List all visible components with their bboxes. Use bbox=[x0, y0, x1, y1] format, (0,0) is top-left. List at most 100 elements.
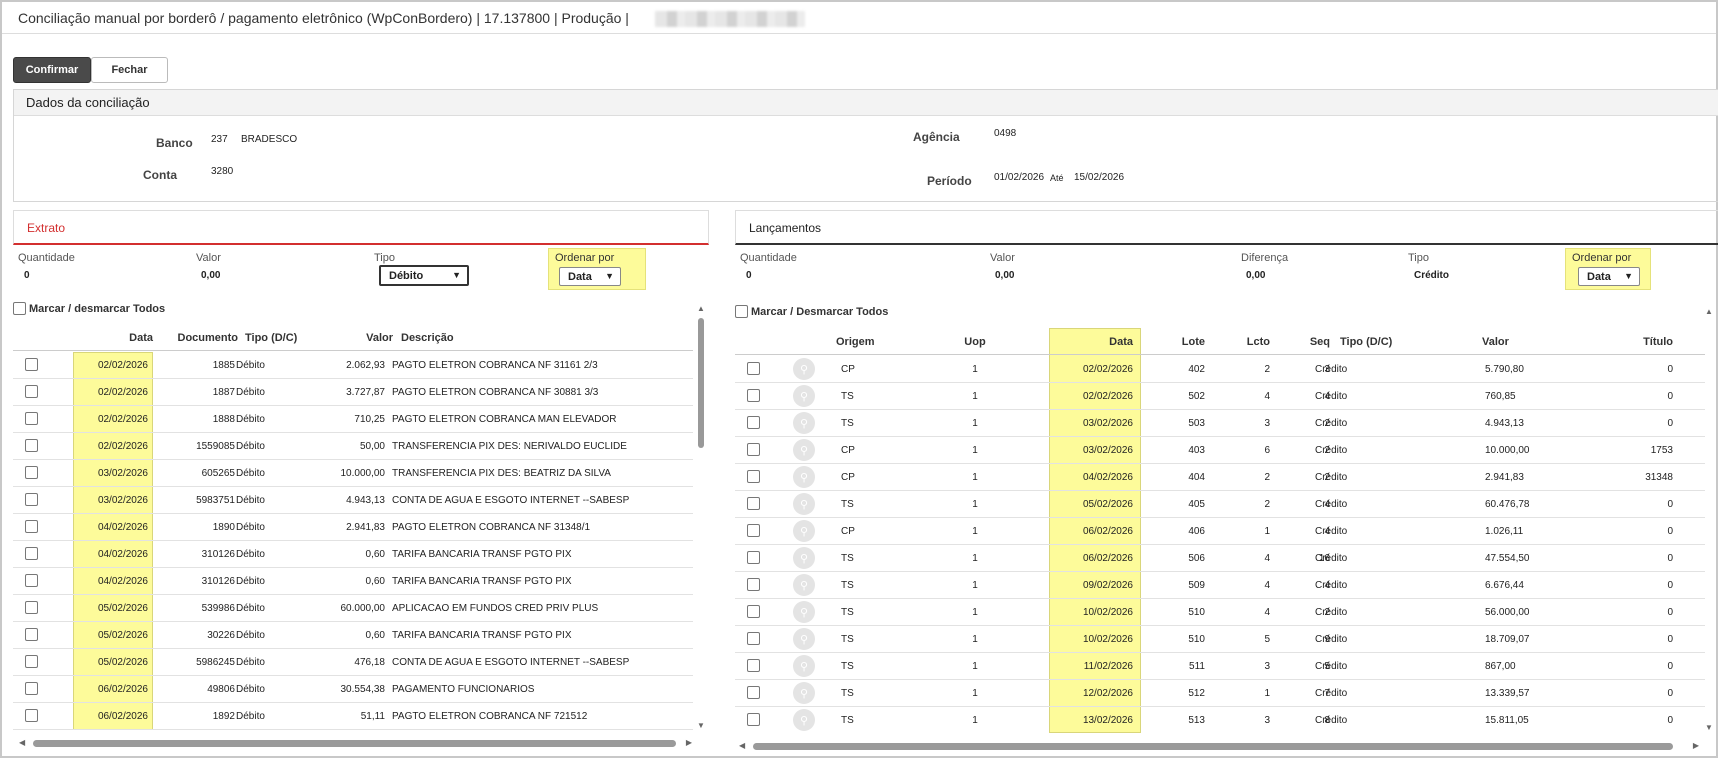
magnifier-icon[interactable]: ⚲ bbox=[793, 682, 815, 704]
table-row[interactable]: 06/02/2026 49806 Débito 30.554,38 PAGAMENTO … bbox=[13, 676, 693, 703]
row-checkbox[interactable] bbox=[747, 578, 760, 591]
table-row[interactable]: 04/02/2026 1890 Débito 2.941,83 PAGTO ELETRO… bbox=[13, 514, 693, 541]
magnifier-icon[interactable]: ⚲ bbox=[793, 709, 815, 731]
table-row[interactable]: ⚲ TS 1 05/02/2026 405 2 4 Crédito 60.476,78 0 bbox=[735, 491, 1705, 518]
extrato-vscroll-thumb[interactable] bbox=[698, 318, 704, 448]
extrato-mark-all[interactable]: Marcar / desmarcar Todos bbox=[13, 302, 165, 315]
row-checkbox[interactable] bbox=[25, 520, 38, 533]
col-uop[interactable]: Uop bbox=[955, 336, 995, 348]
row-checkbox[interactable] bbox=[747, 713, 760, 726]
scroll-left-icon[interactable]: ◀ bbox=[739, 741, 745, 750]
lanc-vertical-scrollbar[interactable]: ▲ ▼ bbox=[1704, 307, 1714, 732]
magnifier-icon[interactable]: ⚲ bbox=[793, 385, 815, 407]
scroll-up-icon[interactable]: ▲ bbox=[1705, 307, 1713, 316]
row-checkbox[interactable] bbox=[25, 493, 38, 506]
col-titulo[interactable]: Título bbox=[1605, 336, 1673, 348]
table-row[interactable]: 03/02/2026 5983751 Débito 4.943,13 CONTA DE … bbox=[13, 487, 693, 514]
table-row[interactable]: 04/02/2026 310126 Débito 0,60 TARIFA BANCARI… bbox=[13, 568, 693, 595]
scroll-right-icon[interactable]: ▶ bbox=[1693, 741, 1699, 750]
row-checkbox[interactable] bbox=[747, 659, 760, 672]
extrato-ordenar-select[interactable]: Data ▼ bbox=[559, 267, 621, 286]
row-checkbox[interactable] bbox=[25, 439, 38, 452]
col-valor[interactable]: Valor bbox=[1482, 336, 1509, 348]
row-checkbox[interactable] bbox=[25, 574, 38, 587]
row-checkbox[interactable] bbox=[747, 443, 760, 456]
magnifier-icon[interactable]: ⚲ bbox=[793, 655, 815, 677]
row-checkbox[interactable] bbox=[25, 682, 38, 695]
extrato-horizontal-scrollbar[interactable]: ◀ ▶ bbox=[13, 737, 696, 749]
table-row[interactable]: 04/02/2026 310126 Débito 0,60 TARIFA BANCARI… bbox=[13, 541, 693, 568]
magnifier-icon[interactable]: ⚲ bbox=[793, 628, 815, 650]
row-checkbox[interactable] bbox=[747, 551, 760, 564]
row-checkbox[interactable] bbox=[25, 709, 38, 722]
row-checkbox[interactable] bbox=[25, 547, 38, 560]
extrato-tipo-select[interactable]: Débito ▼ bbox=[379, 265, 469, 286]
lanc-mark-all[interactable]: Marcar / Desmarcar Todos bbox=[735, 305, 888, 318]
row-checkbox[interactable] bbox=[25, 628, 38, 641]
col-origem[interactable]: Origem bbox=[836, 336, 875, 348]
row-checkbox[interactable] bbox=[747, 605, 760, 618]
row-checkbox[interactable] bbox=[747, 632, 760, 645]
table-row[interactable]: ⚲ TS 1 12/02/2026 512 1 7 Crédito 13.339,57 0 bbox=[735, 680, 1705, 707]
table-row[interactable]: 05/02/2026 539986 Débito 60.000,00 APLICACAO… bbox=[13, 595, 693, 622]
magnifier-icon[interactable]: ⚲ bbox=[793, 520, 815, 542]
table-row[interactable]: ⚲ TS 1 13/02/2026 513 3 8 Crédito 15.811,05 0 bbox=[735, 707, 1705, 733]
lanc-mark-all-checkbox[interactable] bbox=[735, 305, 748, 318]
table-row[interactable]: ⚲ CP 1 03/02/2026 403 6 2 Crédito 10.000,00 1753 bbox=[735, 437, 1705, 464]
magnifier-icon[interactable]: ⚲ bbox=[793, 547, 815, 569]
row-checkbox[interactable] bbox=[747, 389, 760, 402]
confirm-button[interactable]: Confirmar bbox=[13, 57, 91, 83]
table-row[interactable]: ⚲ TS 1 10/02/2026 510 4 2 Crédito 56.000,00 0 bbox=[735, 599, 1705, 626]
magnifier-icon[interactable]: ⚲ bbox=[793, 439, 815, 461]
extrato-mark-all-checkbox[interactable] bbox=[13, 302, 26, 315]
col-seq[interactable]: Seq bbox=[1285, 336, 1330, 348]
col-data[interactable]: Data bbox=[1049, 336, 1133, 348]
col-tipo[interactable]: Tipo (D/C) bbox=[245, 332, 297, 344]
col-lcto[interactable]: Lcto bbox=[1225, 336, 1270, 348]
table-row[interactable]: ⚲ TS 1 02/02/2026 502 4 4 Crédito 760,85 0 bbox=[735, 383, 1705, 410]
row-checkbox[interactable] bbox=[747, 470, 760, 483]
magnifier-icon[interactable]: ⚲ bbox=[793, 574, 815, 596]
table-row[interactable]: ⚲ CP 1 04/02/2026 404 2 2 Crédito 2.941,83 31348 bbox=[735, 464, 1705, 491]
lanc-horizontal-scrollbar[interactable]: ◀ ▶ bbox=[735, 740, 1703, 752]
table-row[interactable]: ⚲ TS 1 09/02/2026 509 4 4 Crédito 6.676,44 0 bbox=[735, 572, 1705, 599]
row-checkbox[interactable] bbox=[25, 601, 38, 614]
close-button[interactable]: Fechar bbox=[91, 57, 168, 83]
row-checkbox[interactable] bbox=[747, 524, 760, 537]
col-data[interactable]: Data bbox=[73, 332, 153, 344]
table-row[interactable]: ⚲ TS 1 11/02/2026 511 3 5 Crédito 867,00 0 bbox=[735, 653, 1705, 680]
row-checkbox[interactable] bbox=[25, 466, 38, 479]
row-checkbox[interactable] bbox=[25, 385, 38, 398]
extrato-hscroll-thumb[interactable] bbox=[33, 740, 676, 747]
row-checkbox[interactable] bbox=[747, 497, 760, 510]
lanc-hscroll-thumb[interactable] bbox=[753, 743, 1673, 750]
row-checkbox[interactable] bbox=[25, 655, 38, 668]
scroll-up-icon[interactable]: ▲ bbox=[697, 304, 705, 313]
table-row[interactable]: 02/02/2026 1885 Débito 2.062,93 PAGTO ELETRO… bbox=[13, 352, 693, 379]
scroll-right-icon[interactable]: ▶ bbox=[686, 738, 692, 747]
row-checkbox[interactable] bbox=[747, 416, 760, 429]
table-row[interactable]: 02/02/2026 1887 Débito 3.727,87 PAGTO ELETRO… bbox=[13, 379, 693, 406]
table-row[interactable]: 03/02/2026 605265 Débito 10.000,00 TRANSFERE… bbox=[13, 460, 693, 487]
table-row[interactable]: ⚲ TS 1 06/02/2026 506 4 16 Crédito 47.554,50 0 bbox=[735, 545, 1705, 572]
extrato-vertical-scrollbar[interactable]: ▲ ▼ bbox=[696, 304, 706, 730]
scroll-down-icon[interactable]: ▼ bbox=[1705, 723, 1713, 732]
table-row[interactable]: ⚲ CP 1 06/02/2026 406 1 4 Crédito 1.026,11 0 bbox=[735, 518, 1705, 545]
table-row[interactable]: 05/02/2026 30226 Débito 0,60 TARIFA BANCARIA… bbox=[13, 622, 693, 649]
col-descricao[interactable]: Descrição bbox=[401, 332, 454, 344]
row-checkbox[interactable] bbox=[25, 412, 38, 425]
table-row[interactable]: ⚲ TS 1 03/02/2026 503 3 2 Crédito 4.943,13 0 bbox=[735, 410, 1705, 437]
magnifier-icon[interactable]: ⚲ bbox=[793, 493, 815, 515]
col-lote[interactable]: Lote bbox=[1155, 336, 1205, 348]
row-checkbox[interactable] bbox=[747, 362, 760, 375]
table-row[interactable]: 05/02/2026 5986245 Débito 476,18 CONTA DE AG… bbox=[13, 649, 693, 676]
magnifier-icon[interactable]: ⚲ bbox=[793, 358, 815, 380]
col-documento[interactable]: Documento bbox=[163, 332, 239, 344]
table-row[interactable]: 02/02/2026 1559085 Débito 50,00 TRANSFERENCI… bbox=[13, 433, 693, 460]
magnifier-icon[interactable]: ⚲ bbox=[793, 466, 815, 488]
table-row[interactable]: 02/02/2026 1888 Débito 710,25 PAGTO ELETRON … bbox=[13, 406, 693, 433]
row-checkbox[interactable] bbox=[747, 686, 760, 699]
scroll-down-icon[interactable]: ▼ bbox=[697, 721, 705, 730]
row-checkbox[interactable] bbox=[25, 358, 38, 371]
magnifier-icon[interactable]: ⚲ bbox=[793, 412, 815, 434]
